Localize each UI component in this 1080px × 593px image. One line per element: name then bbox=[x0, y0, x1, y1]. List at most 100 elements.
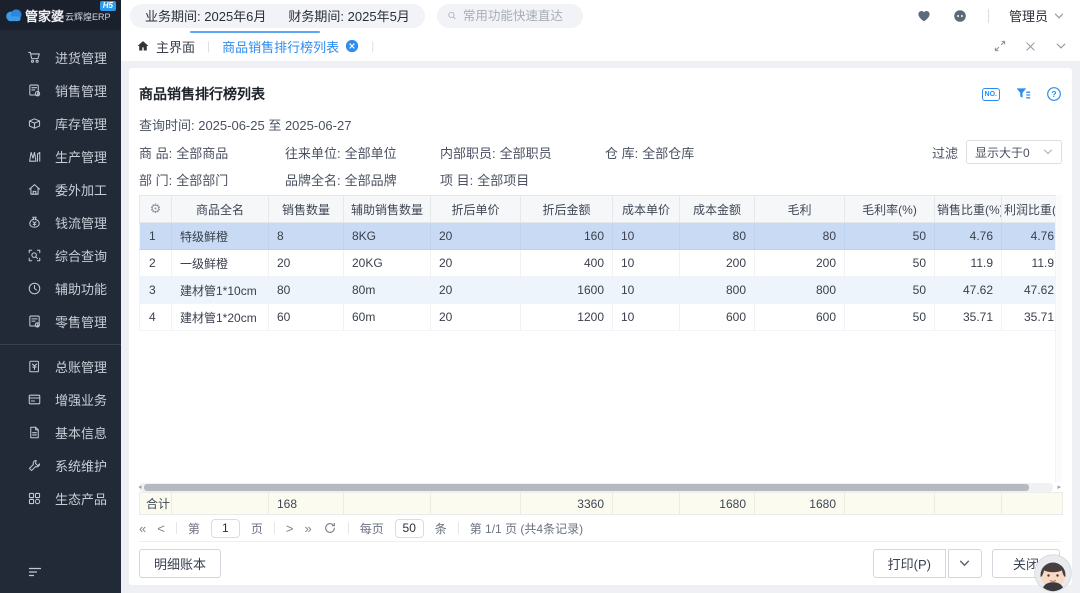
assistant-avatar[interactable] bbox=[1034, 554, 1072, 592]
prev-page-button[interactable]: < bbox=[157, 522, 165, 535]
message-icon[interactable] bbox=[952, 8, 968, 24]
column-header[interactable]: 毛利 bbox=[755, 196, 845, 223]
favorites-heart-icon[interactable] bbox=[916, 8, 932, 24]
column-header[interactable]: 销售数量 bbox=[269, 196, 344, 223]
scrollbar-thumb[interactable] bbox=[144, 484, 1029, 491]
totals-cell bbox=[431, 493, 521, 515]
filter-value: 全部品牌 bbox=[345, 170, 397, 189]
table-cell: 20 bbox=[431, 250, 521, 277]
table-row[interactable]: 1特级鲜橙88KG20160108080504.764.76 bbox=[140, 223, 1063, 250]
close-tab-icon[interactable] bbox=[345, 39, 359, 53]
column-header[interactable]: 辅助销售数量 bbox=[344, 196, 431, 223]
h5-badge: H5 bbox=[100, 1, 116, 11]
gear-icon: ⚙ bbox=[150, 202, 162, 217]
column-header[interactable]: 成本单价 bbox=[613, 196, 680, 223]
tab-bar: 主界面 | 商品销售排行榜列表 | bbox=[121, 31, 1080, 61]
sidebar-item-scan-search[interactable]: 综合查询 bbox=[0, 239, 121, 272]
svg-text:?: ? bbox=[1051, 89, 1056, 99]
filter-label: 部 门: bbox=[139, 170, 172, 189]
sidebar-item-production[interactable]: 生产管理 bbox=[0, 140, 121, 173]
row-number-toggle-icon[interactable]: NO. bbox=[982, 88, 1000, 101]
sidebar-item-card[interactable]: 增强业务 bbox=[0, 383, 121, 416]
sidebar-item-clock[interactable]: 辅助功能 bbox=[0, 272, 121, 305]
table-cell: 47.62 bbox=[1002, 277, 1063, 304]
help-icon[interactable]: ? bbox=[1046, 86, 1062, 102]
sidebar-item-money-bag[interactable]: 钱流管理 bbox=[0, 206, 121, 239]
tab-home[interactable]: 主界面 bbox=[136, 37, 195, 56]
horizontal-scrollbar[interactable]: ◂ ▸ bbox=[139, 483, 1053, 492]
page-number-input[interactable]: 1 bbox=[211, 519, 240, 538]
sidebar-item-sales-doc[interactable]: 销售管理 bbox=[0, 74, 121, 107]
pager-divider bbox=[458, 522, 459, 534]
chevron-down-icon[interactable] bbox=[1054, 39, 1068, 53]
user-name: 管理员 bbox=[1009, 6, 1048, 25]
business-period[interactable]: 业务期间: 2025年6月 bbox=[145, 6, 266, 25]
chevron-down-icon bbox=[959, 558, 970, 569]
sidebar-item-document[interactable]: 基本信息 bbox=[0, 416, 121, 449]
sidebar-item-label: 基本信息 bbox=[55, 423, 107, 442]
fullscreen-icon[interactable] bbox=[993, 39, 1007, 53]
chevron-down-icon bbox=[1043, 147, 1053, 157]
sidebar-item-house[interactable]: 委外加工 bbox=[0, 173, 121, 206]
print-button[interactable]: 打印(P) bbox=[873, 549, 946, 578]
sidebar-item-wrench[interactable]: 系统维护 bbox=[0, 449, 121, 482]
table-row[interactable]: 2一级鲜橙2020KG20400102002005011.911.9 bbox=[140, 250, 1063, 277]
table-cell: 1200 bbox=[521, 304, 613, 331]
sidebar: 管家婆 云辉煌ERP H5 进货管理销售管理库存管理生产管理委外加工钱流管理综合… bbox=[0, 0, 121, 593]
column-settings-header[interactable]: ⚙ bbox=[140, 196, 172, 223]
business-period-value: 2025年6月 bbox=[204, 9, 266, 24]
table-cell: 特级鲜橙 bbox=[172, 223, 269, 250]
per-page-suffix-label: 条 bbox=[435, 520, 447, 537]
column-header[interactable]: 成本金额 bbox=[680, 196, 755, 223]
filter-icon[interactable] bbox=[1015, 86, 1031, 102]
detail-ledger-button[interactable]: 明细账本 bbox=[139, 549, 221, 578]
display-filter-select[interactable]: 显示大于0 bbox=[966, 140, 1062, 164]
table-cell: 20 bbox=[431, 304, 521, 331]
data-grid: ⚙ 商品全名销售数量辅助销售数量折后单价折后金额成本单价成本金额毛利毛利率(%)销… bbox=[139, 195, 1062, 492]
filter-value: 全部单位 bbox=[345, 143, 397, 162]
table-cell: 800 bbox=[680, 277, 755, 304]
column-header[interactable]: 销售比重(%) bbox=[935, 196, 1002, 223]
active-tab-indicator bbox=[190, 31, 320, 33]
sidebar-item-cart[interactable]: 进货管理 bbox=[0, 41, 121, 74]
totals-cell bbox=[1002, 493, 1063, 515]
column-header[interactable]: 折后金额 bbox=[521, 196, 613, 223]
sidebar-item-ledger[interactable]: 总账管理 bbox=[0, 350, 121, 383]
table-row[interactable]: 4建材管1*20cm6060m201200106006005035.7135.7… bbox=[140, 304, 1063, 331]
filter-value: 全部职员 bbox=[500, 143, 552, 162]
page-title: 商品销售排行榜列表 bbox=[139, 84, 265, 104]
tab-active[interactable]: 商品销售排行榜列表 bbox=[222, 37, 359, 56]
finance-period[interactable]: 财务期间: 2025年5月 bbox=[288, 6, 409, 25]
per-page-input[interactable]: 50 bbox=[395, 519, 424, 538]
next-page-button[interactable]: > bbox=[286, 522, 294, 535]
sidebar-item-retail-doc[interactable]: 零售管理 bbox=[0, 305, 121, 338]
print-options-button[interactable] bbox=[948, 549, 982, 578]
search-input[interactable] bbox=[463, 9, 573, 23]
close-all-icon[interactable] bbox=[1024, 40, 1037, 53]
table-row[interactable]: 3建材管1*10cm8080m201600108008005047.6247.6… bbox=[140, 277, 1063, 304]
scroll-right-arrow-icon[interactable]: ▸ bbox=[1057, 484, 1061, 492]
scroll-left-arrow-icon[interactable]: ◂ bbox=[139, 484, 142, 492]
sidebar-item-box[interactable]: 库存管理 bbox=[0, 107, 121, 140]
user-menu[interactable]: 管理员 bbox=[1009, 6, 1064, 25]
vertical-scrollbar[interactable] bbox=[1055, 195, 1062, 482]
production-icon bbox=[27, 149, 43, 165]
table-cell: 1 bbox=[140, 223, 172, 250]
table-cell: 2 bbox=[140, 250, 172, 277]
refresh-icon[interactable] bbox=[323, 521, 337, 535]
first-page-button[interactable]: « bbox=[139, 522, 146, 535]
table-cell: 20 bbox=[431, 277, 521, 304]
column-header[interactable]: 折后单价 bbox=[431, 196, 521, 223]
column-header[interactable]: 毛利率(%) bbox=[845, 196, 935, 223]
collapse-sidebar-icon[interactable] bbox=[27, 564, 43, 580]
pager-divider bbox=[176, 522, 177, 534]
quick-search[interactable] bbox=[437, 4, 583, 28]
sidebar-item-grid[interactable]: 生态产品 bbox=[0, 482, 121, 515]
table-cell: 35.71 bbox=[935, 304, 1002, 331]
column-header[interactable]: 商品全名 bbox=[172, 196, 269, 223]
column-header[interactable]: 利润比重(%) bbox=[1002, 196, 1063, 223]
last-page-button[interactable]: » bbox=[304, 522, 311, 535]
sidebar-item-label: 生产管理 bbox=[55, 147, 107, 166]
table-cell: 80m bbox=[344, 277, 431, 304]
period-selector[interactable]: 业务期间: 2025年6月 财务期间: 2025年5月 bbox=[130, 4, 425, 28]
